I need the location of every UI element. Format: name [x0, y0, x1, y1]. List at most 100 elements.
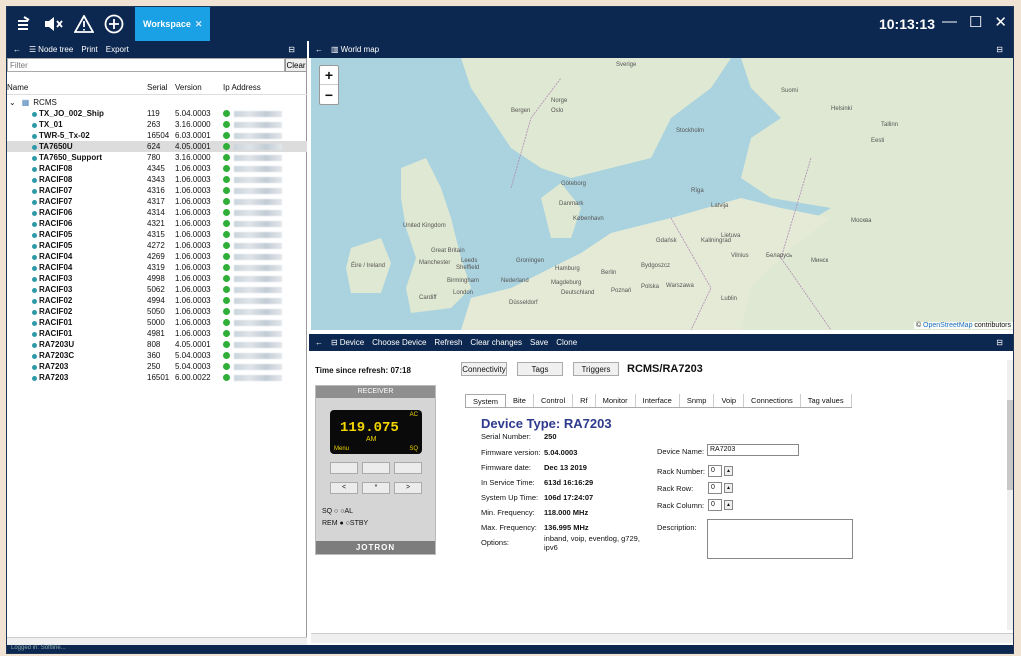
- back-icon[interactable]: ←: [315, 338, 323, 347]
- table-row[interactable]: RACIF05 4315 1.06.0003: [7, 229, 307, 240]
- table-row[interactable]: TA7650U 624 4.05.0001: [7, 141, 307, 152]
- device-name: RACIF07: [7, 186, 147, 195]
- table-row[interactable]: RACIF01 5000 1.06.0003: [7, 317, 307, 328]
- table-row[interactable]: RA7203U 808 4.05.0001: [7, 339, 307, 350]
- table-row[interactable]: RACIF03 4998 1.06.0003: [7, 273, 307, 284]
- menu-clone[interactable]: Clone: [556, 338, 577, 347]
- tab-control[interactable]: Control: [534, 394, 574, 407]
- close-window-icon[interactable]: ✕: [994, 13, 1007, 31]
- col-ip[interactable]: Ip Address: [223, 83, 261, 94]
- rack-number-spinner[interactable]: ▲: [724, 466, 733, 476]
- rack-column-input[interactable]: 0: [708, 499, 722, 511]
- device-name: TX_JO_002_Ship: [7, 109, 147, 118]
- menu-clear-changes[interactable]: Clear changes: [470, 338, 522, 347]
- minimize-icon[interactable]: —: [942, 13, 957, 31]
- rack-number-input[interactable]: 0: [708, 465, 722, 477]
- world-map[interactable]: + − Sverige Norge Suomi Helsinki Tallinn Eest…: [311, 58, 1013, 330]
- node-tree-label[interactable]: Node tree: [38, 45, 73, 54]
- receiver-softkey-1[interactable]: [330, 462, 358, 474]
- receiver-star-button[interactable]: *: [362, 482, 390, 494]
- table-row[interactable]: RACIF07 4317 1.06.0003: [7, 196, 307, 207]
- tab-bite[interactable]: Bite: [506, 394, 534, 407]
- table-row[interactable]: RACIF03 5062 1.06.0003: [7, 284, 307, 295]
- table-row[interactable]: TX_01 263 3.16.0000: [7, 119, 307, 130]
- tab-rf[interactable]: Rf: [573, 394, 596, 407]
- table-row[interactable]: TX_JO_002_Ship 119 5.04.0003: [7, 108, 307, 119]
- device-serial: 4998: [147, 274, 165, 283]
- clear-button[interactable]: Clear: [285, 58, 307, 72]
- tab-tag-values[interactable]: Tag values: [801, 394, 852, 407]
- receiver-screen: AC 119.075 AM Menu SQ: [330, 410, 422, 454]
- mute-icon[interactable]: [41, 11, 67, 37]
- table-row[interactable]: RACIF02 5050 1.06.0003: [7, 306, 307, 317]
- table-row[interactable]: RACIF08 4343 1.06.0003: [7, 174, 307, 185]
- table-row[interactable]: RA7203 16501 6.00.0022: [7, 372, 307, 383]
- tab-connections[interactable]: Connections: [744, 394, 801, 407]
- device-name-text: RACIF02: [39, 307, 73, 316]
- back-icon[interactable]: ←: [13, 45, 21, 54]
- table-row[interactable]: RACIF02 4994 1.06.0003: [7, 295, 307, 306]
- zoom-out-button[interactable]: −: [320, 85, 338, 104]
- app-logo-icon[interactable]: [11, 11, 37, 37]
- tab-system[interactable]: System: [465, 394, 507, 407]
- receiver-left-button[interactable]: <: [330, 482, 358, 494]
- add-icon[interactable]: [101, 11, 127, 37]
- device-version: 1.06.0003: [175, 329, 211, 338]
- table-row[interactable]: RACIF07 4316 1.06.0003: [7, 185, 307, 196]
- col-serial[interactable]: Serial: [147, 83, 175, 94]
- table-row[interactable]: TWR-5_Tx-02 16504 6.03.0001: [7, 130, 307, 141]
- table-row[interactable]: RACIF08 4345 1.06.0003: [7, 163, 307, 174]
- table-row[interactable]: RACIF06 4321 1.06.0003: [7, 218, 307, 229]
- filter-input[interactable]: [7, 58, 285, 72]
- device-ip: [223, 330, 282, 337]
- print-button[interactable]: Print: [81, 45, 97, 54]
- table-row[interactable]: RACIF01 4981 1.06.0003: [7, 328, 307, 339]
- table-row[interactable]: RACIF06 4314 1.06.0003: [7, 207, 307, 218]
- table-row[interactable]: TA7650_Support 780 3.16.0000: [7, 152, 307, 163]
- rack-row-spinner[interactable]: ▲: [724, 483, 733, 493]
- col-name[interactable]: Name: [7, 83, 147, 94]
- table-row[interactable]: RA7203 250 5.04.0003: [7, 361, 307, 372]
- device-name-input[interactable]: RA7203: [707, 444, 799, 456]
- back-icon[interactable]: ←: [315, 45, 323, 54]
- tab-workspace[interactable]: Workspace ✕: [135, 7, 211, 41]
- table-row[interactable]: RACIF05 4272 1.06.0003: [7, 240, 307, 251]
- zoom-in-button[interactable]: +: [320, 66, 338, 85]
- menu-choose-device[interactable]: Choose Device: [372, 338, 426, 347]
- export-button[interactable]: Export: [106, 45, 129, 54]
- rack-row-input[interactable]: 0: [708, 482, 722, 494]
- table-row[interactable]: RACIF04 4319 1.06.0003: [7, 262, 307, 273]
- tab-snmp[interactable]: Snmp: [680, 394, 715, 407]
- vertical-scrollbar[interactable]: [1007, 360, 1013, 630]
- menu-refresh[interactable]: Refresh: [434, 338, 462, 347]
- collapse-panel-icon[interactable]: ⊟: [288, 45, 295, 54]
- table-row[interactable]: RA7203C 360 5.04.0003: [7, 350, 307, 361]
- collapse-panel-icon[interactable]: ⊟: [996, 45, 1003, 54]
- triggers-button[interactable]: Triggers: [573, 362, 619, 376]
- description-input[interactable]: [707, 519, 853, 559]
- maximize-icon[interactable]: ☐: [969, 13, 982, 31]
- menu-device[interactable]: Device: [340, 338, 364, 347]
- osm-link[interactable]: OpenStreetMap: [923, 322, 972, 329]
- menu-save[interactable]: Save: [530, 338, 548, 347]
- tags-button[interactable]: Tags: [517, 362, 563, 376]
- tab-voip[interactable]: Voip: [714, 394, 745, 407]
- map-label: Leeds: [461, 258, 478, 264]
- receiver-softkey-3[interactable]: [394, 462, 422, 474]
- device-header: ← ⊟ Device Choose Device Refresh Clear c…: [309, 334, 1013, 351]
- field-value: Dec 13 2019: [544, 463, 587, 472]
- chevron-down-icon[interactable]: ⌄: [7, 98, 16, 107]
- collapse-panel-icon[interactable]: ⊟: [996, 338, 1003, 347]
- horizontal-scrollbar[interactable]: [311, 633, 1013, 643]
- tree-root[interactable]: ⌄ ▦ RCMS: [7, 97, 307, 108]
- receiver-softkey-2[interactable]: [362, 462, 390, 474]
- close-icon[interactable]: ✕: [195, 19, 203, 30]
- tab-interface[interactable]: Interface: [636, 394, 680, 407]
- warning-icon[interactable]: [71, 11, 97, 37]
- table-row[interactable]: RACIF04 4269 1.06.0003: [7, 251, 307, 262]
- tab-monitor[interactable]: Monitor: [596, 394, 636, 407]
- rack-column-spinner[interactable]: ▲: [724, 500, 733, 510]
- col-version[interactable]: Version: [175, 83, 223, 94]
- receiver-right-button[interactable]: >: [394, 482, 422, 494]
- connectivity-button[interactable]: Connectivity: [461, 362, 507, 376]
